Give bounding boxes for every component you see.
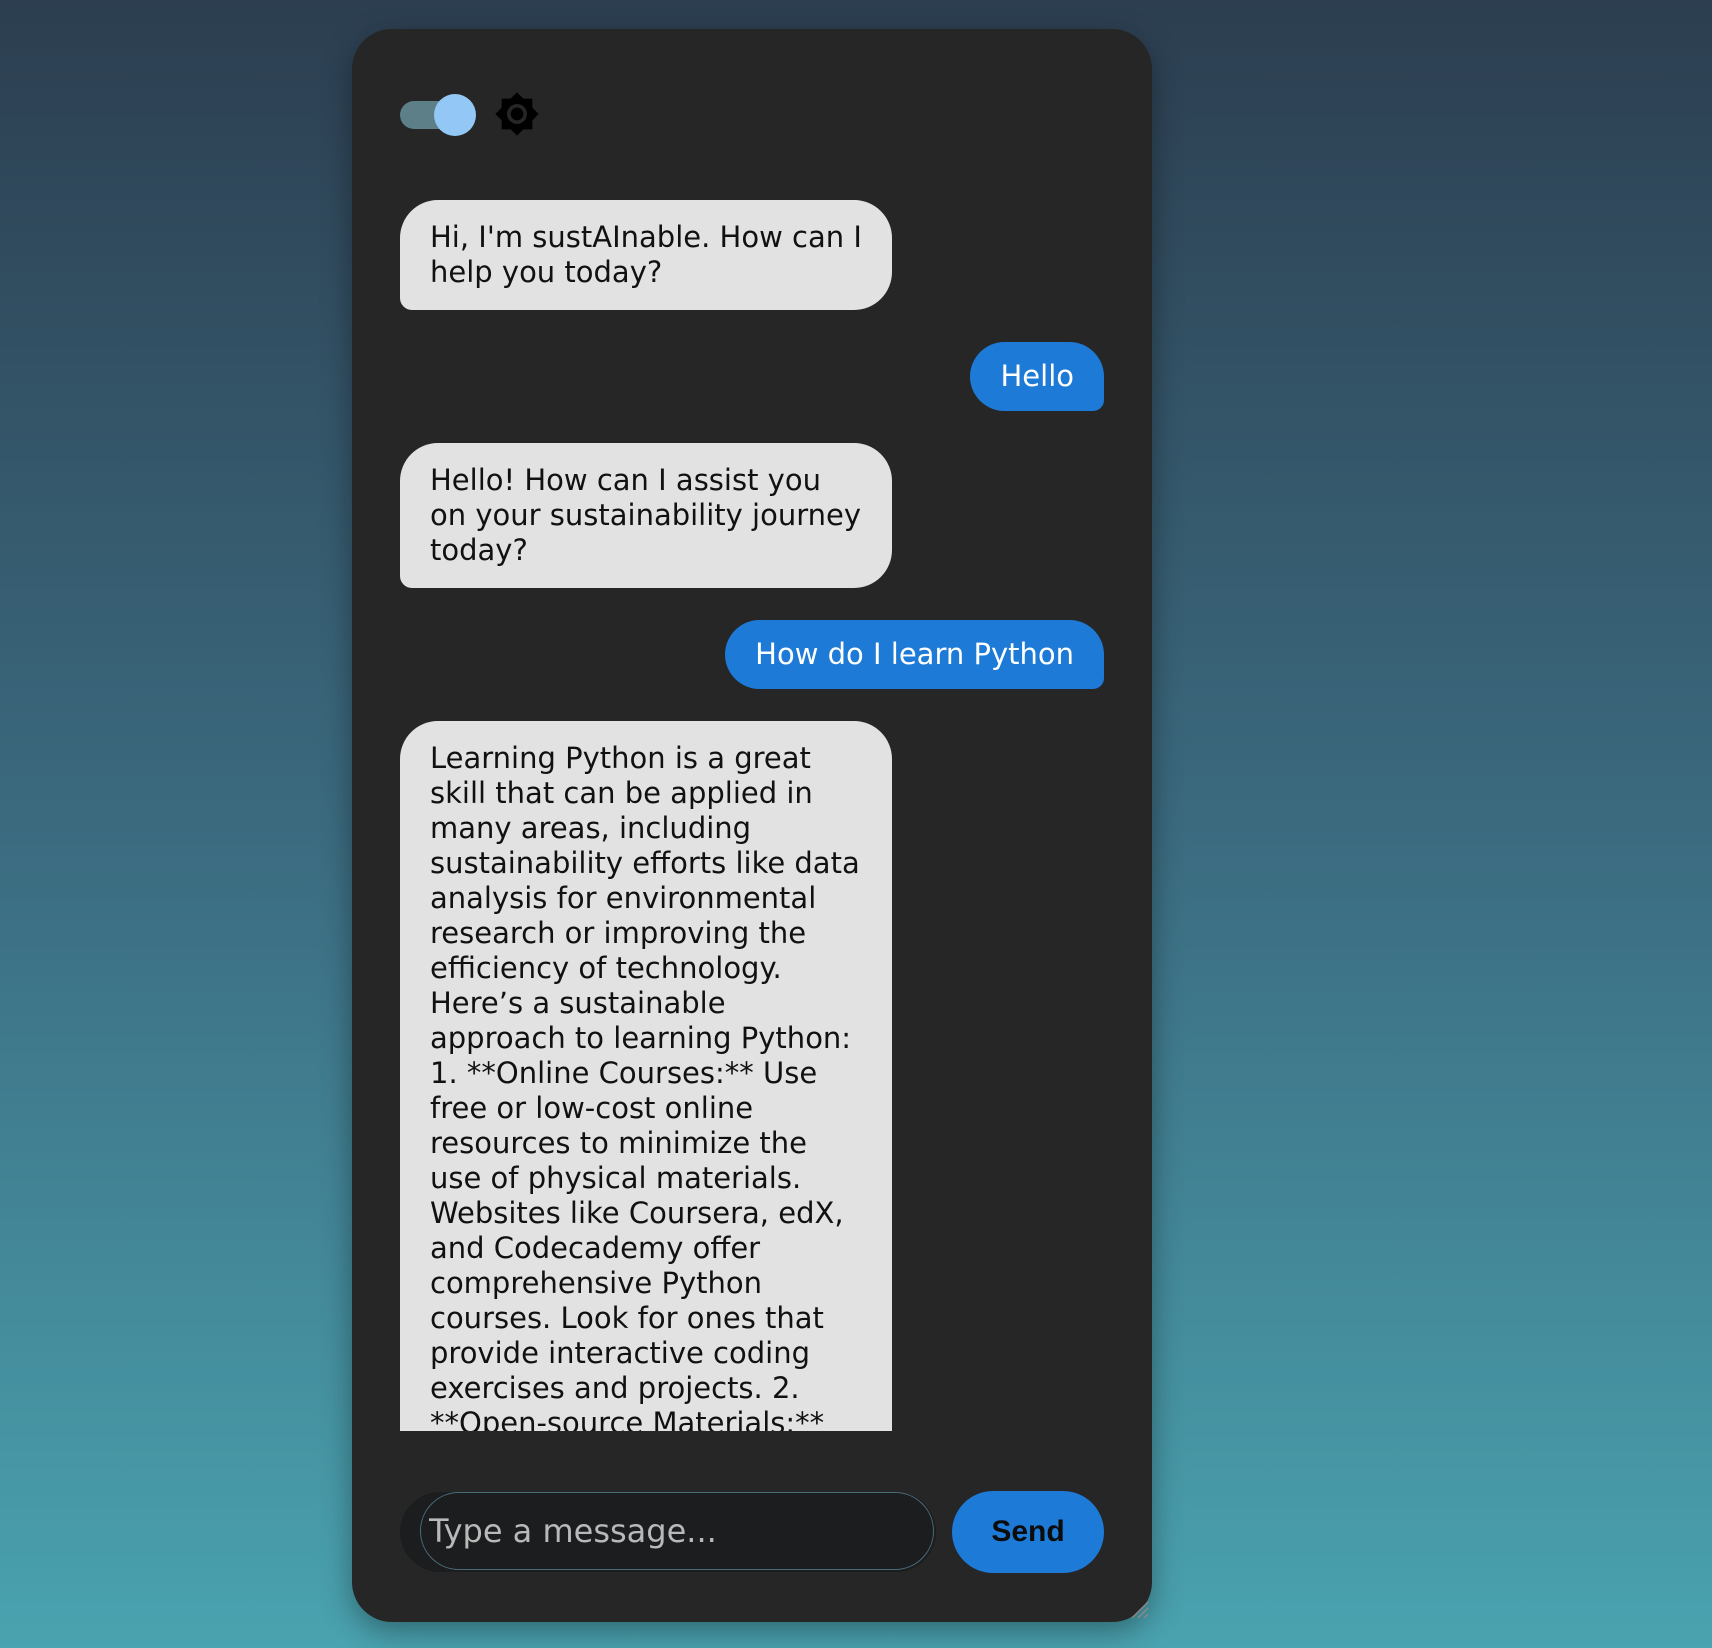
bot-message: Hello! How can I assist you on your sust… (400, 443, 892, 588)
send-button[interactable]: Send (952, 1491, 1104, 1573)
message-input-wrapper (400, 1492, 936, 1572)
bot-message: Learning Python is a great skill that ca… (400, 721, 892, 1431)
theme-toggle[interactable] (400, 94, 476, 136)
brightness-icon (495, 92, 539, 136)
bot-message: Hi, I'm sustAInable. How can I help you … (400, 200, 892, 310)
top-bar (400, 84, 540, 144)
resize-grip-icon[interactable] (1128, 1598, 1150, 1620)
user-message: How do I learn Python (725, 620, 1104, 689)
message-list[interactable]: Hi, I'm sustAInable. How can I help you … (400, 200, 1104, 1472)
composer: Send (400, 1491, 1104, 1573)
user-message: Hello (970, 342, 1104, 411)
toggle-knob (434, 94, 476, 136)
message-input[interactable] (420, 1492, 934, 1570)
chat-window: Hi, I'm sustAInable. How can I help you … (352, 29, 1152, 1622)
